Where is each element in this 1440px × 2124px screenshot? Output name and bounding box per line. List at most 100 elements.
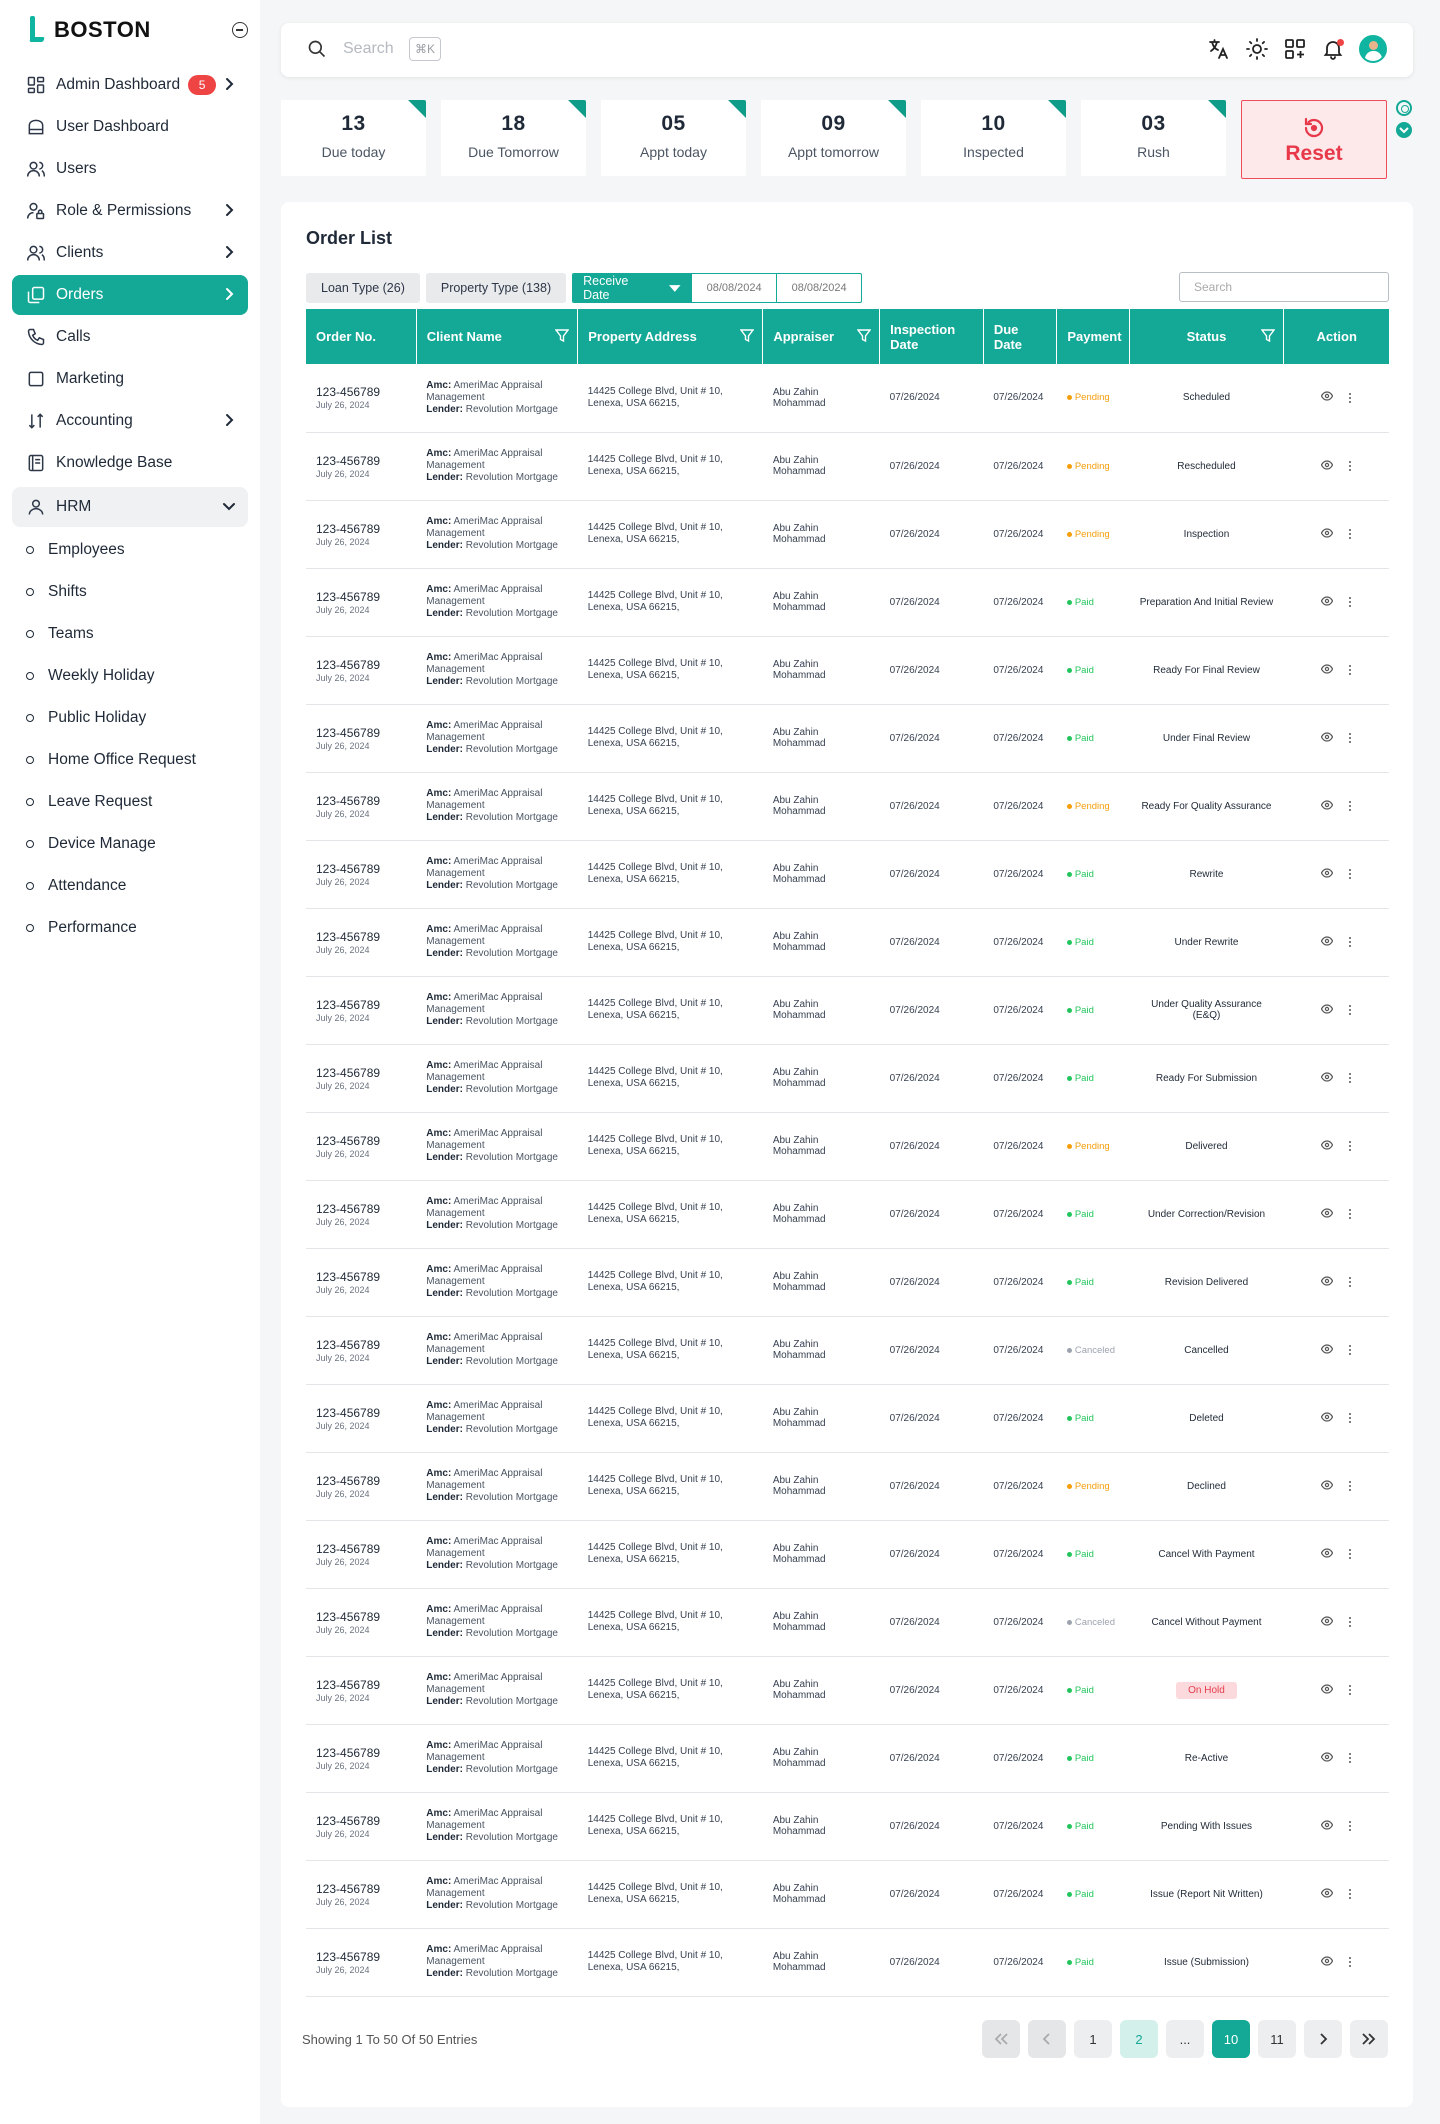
- column-header-order-no[interactable]: Order No.: [306, 309, 417, 364]
- table-row[interactable]: 123-456789 July 26, 2024 Amc: AmeriMac App…: [306, 1112, 1389, 1181]
- table-row[interactable]: 123-456789 July 26, 2024 Amc: AmeriMac App…: [306, 1656, 1389, 1725]
- sidebar-item-hrm[interactable]: HRM: [12, 487, 248, 527]
- page-button-ellipsis[interactable]: ...: [1166, 2020, 1204, 2058]
- view-eye-icon[interactable]: [1320, 1207, 1334, 1221]
- more-menu-icon[interactable]: [1348, 1343, 1352, 1357]
- table-row[interactable]: 123-456789 July 26, 2024 Amc: AmeriMac App…: [306, 976, 1389, 1045]
- order-number[interactable]: 123-456789: [316, 1406, 406, 1420]
- table-row[interactable]: 123-456789 July 26, 2024 Amc: AmeriMac App…: [306, 1384, 1389, 1453]
- view-eye-icon[interactable]: [1320, 1547, 1334, 1561]
- view-eye-icon[interactable]: [1320, 1343, 1334, 1357]
- sidebar-item-user-dashboard[interactable]: User Dashboard: [12, 107, 248, 147]
- stat-card-due-today[interactable]: 13 Due today: [281, 100, 426, 176]
- sidebar-item-orders[interactable]: Orders: [12, 275, 248, 315]
- column-header-status[interactable]: Status: [1129, 309, 1285, 364]
- more-menu-icon[interactable]: [1348, 1887, 1352, 1901]
- view-eye-icon[interactable]: [1320, 731, 1334, 745]
- sidebar-subitem-performance[interactable]: Performance: [12, 907, 248, 949]
- view-eye-icon[interactable]: [1320, 1071, 1334, 1085]
- order-number[interactable]: 123-456789: [316, 385, 406, 399]
- sidebar-item-marketing[interactable]: Marketing: [12, 359, 248, 399]
- order-number[interactable]: 123-456789: [316, 794, 406, 808]
- table-row[interactable]: 123-456789 July 26, 2024 Amc: AmeriMac App…: [306, 772, 1389, 841]
- order-number[interactable]: 123-456789: [316, 454, 406, 468]
- order-number[interactable]: 123-456789: [316, 930, 406, 944]
- more-menu-icon[interactable]: [1348, 459, 1352, 473]
- more-menu-icon[interactable]: [1348, 935, 1352, 949]
- order-number[interactable]: 123-456789: [316, 1202, 406, 1216]
- view-eye-icon[interactable]: [1320, 1139, 1334, 1153]
- last-page-button[interactable]: [1350, 2020, 1388, 2058]
- order-number[interactable]: 123-456789: [316, 1610, 406, 1624]
- table-row[interactable]: 123-456789 July 26, 2024 Amc: AmeriMac App…: [306, 636, 1389, 705]
- column-filter-icon[interactable]: [1261, 329, 1276, 343]
- date-type-select[interactable]: Receive Date: [573, 274, 692, 302]
- view-eye-icon[interactable]: [1320, 595, 1334, 609]
- more-menu-icon[interactable]: [1348, 1275, 1352, 1289]
- more-menu-icon[interactable]: [1348, 1819, 1352, 1833]
- view-eye-icon[interactable]: [1320, 1411, 1334, 1425]
- view-eye-icon[interactable]: [1320, 1955, 1334, 1969]
- table-row[interactable]: 123-456789 July 26, 2024 Amc: AmeriMac App…: [306, 1588, 1389, 1657]
- sidebar-item-users[interactable]: Users: [12, 149, 248, 189]
- more-menu-icon[interactable]: [1348, 1683, 1352, 1697]
- order-number[interactable]: 123-456789: [316, 998, 406, 1012]
- view-eye-icon[interactable]: [1320, 459, 1334, 473]
- brand-logo[interactable]: BOSTON: [29, 16, 151, 44]
- sidebar-subitem-home-office-request[interactable]: Home Office Request: [12, 739, 248, 781]
- reset-button[interactable]: Reset: [1241, 100, 1387, 179]
- more-menu-icon[interactable]: [1348, 1139, 1352, 1153]
- view-eye-icon[interactable]: [1320, 1003, 1334, 1017]
- sidebar-subitem-attendance[interactable]: Attendance: [12, 865, 248, 907]
- sidebar-item-clients[interactable]: Clients: [12, 233, 248, 273]
- page-button-2[interactable]: 2: [1120, 2020, 1158, 2058]
- more-menu-icon[interactable]: [1348, 663, 1352, 677]
- more-menu-icon[interactable]: [1348, 1411, 1352, 1425]
- table-row[interactable]: 123-456789 July 26, 2024 Amc: AmeriMac App…: [306, 1180, 1389, 1249]
- next-page-button[interactable]: [1304, 2020, 1342, 2058]
- sidebar-subitem-public-holiday[interactable]: Public Holiday: [12, 697, 248, 739]
- sidebar-item-calls[interactable]: Calls: [12, 317, 248, 357]
- first-page-button[interactable]: [982, 2020, 1020, 2058]
- property-type-filter[interactable]: Property Type (138): [425, 273, 567, 303]
- sidebar-subitem-teams[interactable]: Teams: [12, 613, 248, 655]
- sidebar-collapse-button[interactable]: [232, 22, 248, 38]
- global-search-input[interactable]: Search: [343, 40, 394, 58]
- order-number[interactable]: 123-456789: [316, 590, 406, 604]
- sidebar-subitem-shifts[interactable]: Shifts: [12, 571, 248, 613]
- more-menu-icon[interactable]: [1348, 1615, 1352, 1629]
- more-menu-icon[interactable]: [1348, 867, 1352, 881]
- sidebar-item-admin-dashboard[interactable]: Admin Dashboard 5: [12, 65, 248, 105]
- stat-card-inspected[interactable]: 10 Inspected: [921, 100, 1066, 176]
- order-number[interactable]: 123-456789: [316, 1882, 406, 1896]
- view-eye-icon[interactable]: [1320, 663, 1334, 677]
- table-row[interactable]: 123-456789 July 26, 2024 Amc: AmeriMac App…: [306, 908, 1389, 977]
- sidebar-subitem-employees[interactable]: Employees: [12, 529, 248, 571]
- view-eye-icon[interactable]: [1320, 1615, 1334, 1629]
- stat-card-rush[interactable]: 03 Rush: [1081, 100, 1226, 176]
- table-row[interactable]: 123-456789 July 26, 2024 Amc: AmeriMac App…: [306, 840, 1389, 909]
- sidebar-item-accounting[interactable]: Accounting: [12, 401, 248, 441]
- more-menu-icon[interactable]: [1348, 1207, 1352, 1221]
- table-row[interactable]: 123-456789 July 26, 2024 Amc: AmeriMac App…: [306, 500, 1389, 569]
- table-row[interactable]: 123-456789 July 26, 2024 Amc: AmeriMac App…: [306, 1724, 1389, 1793]
- column-filter-icon[interactable]: [739, 329, 755, 343]
- order-number[interactable]: 123-456789: [316, 1066, 406, 1080]
- more-menu-icon[interactable]: [1348, 1751, 1352, 1765]
- more-menu-icon[interactable]: [1348, 1955, 1352, 1969]
- order-number[interactable]: 123-456789: [316, 1542, 406, 1556]
- table-row[interactable]: 123-456789 July 26, 2024 Amc: AmeriMac App…: [306, 432, 1389, 501]
- column-header-due-date[interactable]: Due Date: [983, 309, 1058, 364]
- view-eye-icon[interactable]: [1320, 799, 1334, 813]
- stat-card-appt-today[interactable]: 05 Appt today: [601, 100, 746, 176]
- table-row[interactable]: 123-456789 July 26, 2024 Amc: AmeriMac App…: [306, 1248, 1389, 1317]
- column-header-action[interactable]: Action: [1283, 309, 1389, 364]
- table-row[interactable]: 123-456789 July 26, 2024 Amc: AmeriMac App…: [306, 1928, 1389, 1997]
- stat-card-due-tomorrow[interactable]: 18 Due Tomorrow: [441, 100, 586, 176]
- search-icon[interactable]: [307, 39, 327, 59]
- column-filter-icon[interactable]: [856, 329, 872, 343]
- view-eye-icon[interactable]: [1320, 867, 1334, 881]
- order-number[interactable]: 123-456789: [316, 1474, 406, 1488]
- more-menu-icon[interactable]: [1348, 527, 1352, 541]
- theme-sun-icon[interactable]: [1245, 37, 1269, 61]
